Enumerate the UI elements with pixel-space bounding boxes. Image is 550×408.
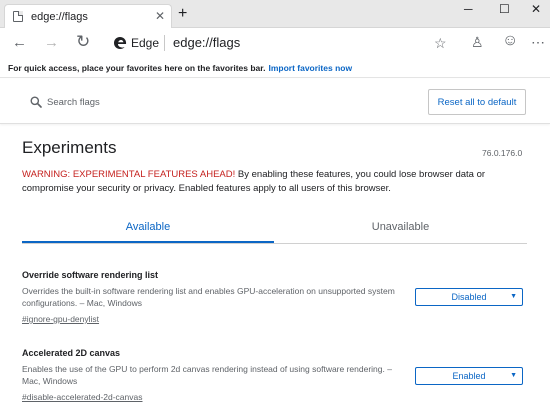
more-menu-icon[interactable]: ⋯ [531, 33, 545, 51]
experiment-item: Override software rendering list Overrid… [22, 270, 527, 327]
favorites-bar-message: For quick access, place your favorites h… [8, 63, 352, 73]
version-label: 76.0.176.0 [482, 148, 523, 158]
search-icon [30, 96, 42, 108]
minimize-button[interactable]: ─ [464, 1, 473, 17]
experiment-permalink[interactable]: #ignore-gpu-denylist [22, 313, 99, 325]
warning-heading: WARNING: EXPERIMENTAL FEATURES AHEAD! [22, 169, 236, 180]
page-icon [13, 11, 23, 22]
browser-tab[interactable]: edge://flags ✕ [4, 4, 172, 28]
favorites-bar-text: For quick access, place your favorites h… [8, 63, 266, 73]
search-flags-input[interactable] [47, 94, 347, 110]
address-separator [164, 35, 165, 51]
experiments-tabs: Available Unavailable [22, 212, 527, 244]
reset-all-button[interactable]: Reset all to default [428, 89, 526, 115]
address-bar[interactable]: edge://flags [173, 35, 240, 50]
profile-icon[interactable]: ♙ [471, 33, 484, 51]
experiment-item: Accelerated 2D canvas Enables the use of… [22, 348, 527, 405]
tab-unavailable[interactable]: Unavailable [274, 212, 527, 243]
experiment-permalink[interactable]: #disable-accelerated-2d-canvas [22, 391, 143, 403]
tab-available[interactable]: Available [22, 212, 274, 243]
back-button[interactable]: ← [12, 34, 27, 52]
tab-title: edge://flags [31, 10, 88, 23]
experiment-name: Override software rendering list [22, 270, 159, 280]
experiment-state-value: Enabled [452, 371, 486, 381]
experiment-state-select[interactable]: Disabled ▼ [415, 288, 523, 306]
page-title: Experiments [22, 138, 117, 157]
tab-close-icon[interactable]: ✕ [155, 9, 165, 23]
feedback-emoji-icon[interactable]: ☺ [502, 32, 518, 50]
experiment-state-value: Disabled [451, 292, 487, 302]
chevron-down-icon: ▼ [510, 293, 517, 300]
window-close-button[interactable]: ✕ [531, 1, 541, 17]
experiment-description: Overrides the built-in software renderin… [22, 286, 395, 308]
forward-button[interactable]: → [44, 34, 59, 52]
maximize-button[interactable]: ☐ [499, 1, 510, 17]
refresh-button[interactable]: ↻ [76, 33, 90, 51]
experiment-description: Enables the use of the GPU to perform 2d… [22, 364, 392, 386]
warning-message: WARNING: EXPERIMENTAL FEATURES AHEAD! By… [22, 168, 527, 196]
chevron-down-icon: ▼ [510, 372, 517, 379]
experiment-name: Accelerated 2D canvas [22, 348, 121, 358]
edge-logo-icon [114, 37, 127, 49]
import-favorites-link[interactable]: Import favorites now [268, 63, 352, 73]
site-identity-label[interactable]: Edge [131, 36, 159, 50]
favorite-star-icon[interactable]: ☆ [434, 34, 447, 52]
experiment-state-select[interactable]: Enabled ▼ [415, 367, 523, 385]
new-tab-button[interactable]: + [178, 5, 187, 23]
